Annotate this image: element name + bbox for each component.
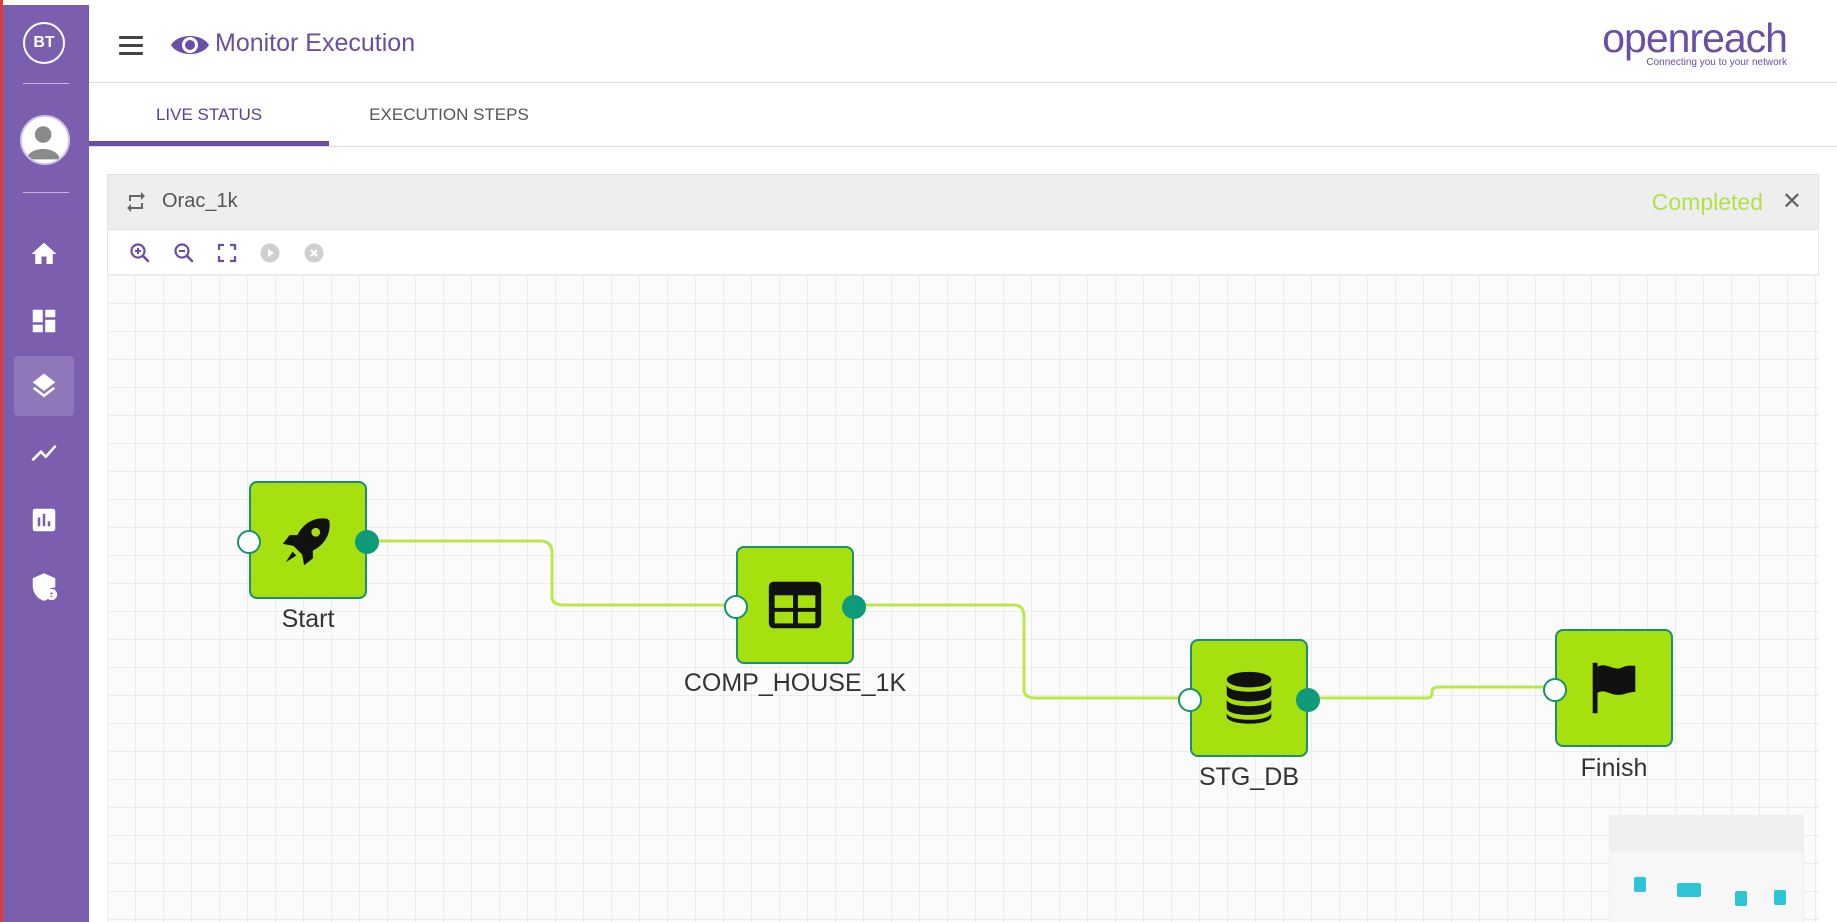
zoom-in-icon[interactable] (128, 241, 152, 265)
sidebar-item-trends[interactable] (14, 423, 74, 483)
security-shield-icon (32, 573, 58, 601)
tab-execution-steps[interactable]: EXECUTION STEPS (329, 83, 569, 146)
minimap-node (1677, 883, 1701, 897)
input-port[interactable] (1178, 688, 1202, 712)
user-avatar[interactable] (20, 115, 70, 165)
minimap-header (1610, 816, 1803, 852)
brand-name: openreach (1602, 15, 1788, 61)
canvas-toolbar (107, 231, 1819, 275)
flag-icon (1592, 662, 1636, 714)
sidebar-item-dashboard[interactable] (14, 291, 74, 351)
workflow-node-finish[interactable] (1543, 629, 1673, 747)
workflow-node-start[interactable] (237, 481, 379, 599)
node-label: COMP_HOUSE_1K (683, 669, 907, 697)
bt-logo[interactable]: BT (23, 22, 65, 64)
sidebar-divider (23, 192, 69, 193)
sidebar: BT (3, 5, 89, 922)
tab-bar: LIVE STATUS EXECUTION STEPS (89, 83, 1837, 147)
workflow-node-comp-house[interactable] (724, 546, 866, 664)
sidebar-item-home[interactable] (14, 224, 74, 284)
workflow-connections (367, 539, 1557, 700)
output-port[interactable] (842, 595, 866, 619)
database-icon (1226, 671, 1272, 724)
connection-stg-db-finish (1307, 685, 1557, 700)
table-icon (768, 581, 822, 629)
close-icon[interactable]: ✕ (1782, 187, 1802, 216)
openreach-logo: openreach Connecting you to your network (1602, 15, 1788, 68)
connection-start-comp-house (367, 539, 739, 607)
execution-header: Orac_1k Completed ✕ (107, 174, 1819, 230)
input-port[interactable] (724, 595, 748, 619)
hamburger-bar (119, 36, 143, 39)
sidebar-item-layers[interactable] (14, 356, 74, 416)
rocket-icon (282, 518, 330, 566)
execution-status: Completed (1651, 189, 1763, 215)
layers-icon (32, 373, 56, 398)
output-port[interactable] (1296, 688, 1320, 712)
trend-line-icon (31, 444, 57, 462)
input-port[interactable] (1543, 678, 1567, 702)
sidebar-item-reports[interactable] (14, 490, 74, 550)
workflow-minimap[interactable] (1609, 815, 1804, 922)
minimap-node (1774, 890, 1786, 905)
eye-icon (171, 36, 209, 54)
fit-screen-icon[interactable] (215, 241, 239, 265)
workflow-node-stg-db[interactable] (1178, 639, 1320, 757)
output-port[interactable] (355, 530, 379, 554)
workflow-canvas[interactable]: Start COMP_HOUSE_1K STG_DB Finish (107, 275, 1819, 922)
hamburger-menu-button[interactable] (119, 36, 145, 56)
minimap-node (1634, 877, 1646, 892)
zoom-out-icon[interactable] (172, 241, 196, 265)
bar-chart-icon (32, 508, 56, 532)
home-icon (31, 242, 57, 264)
sidebar-item-security[interactable] (14, 557, 74, 617)
input-port[interactable] (237, 530, 261, 554)
sidebar-divider (23, 83, 69, 84)
top-header: Monitor Execution openreach Connecting y… (89, 5, 1837, 83)
minimap-node (1735, 891, 1747, 906)
user-avatar-icon (26, 126, 60, 160)
node-label: Start (281, 605, 335, 633)
execution-name: Orac_1k (162, 190, 238, 212)
node-label: Finish (1580, 754, 1648, 782)
tab-live-status[interactable]: LIVE STATUS (89, 83, 329, 146)
node-label: STG_DB (1198, 763, 1300, 791)
page-title: Monitor Execution (215, 29, 416, 57)
stop-icon[interactable] (302, 241, 326, 265)
hamburger-bar (119, 52, 143, 55)
hamburger-bar (119, 44, 143, 47)
dashboard-icon (32, 309, 56, 333)
repeat-icon (127, 192, 145, 212)
play-icon[interactable] (258, 241, 282, 265)
